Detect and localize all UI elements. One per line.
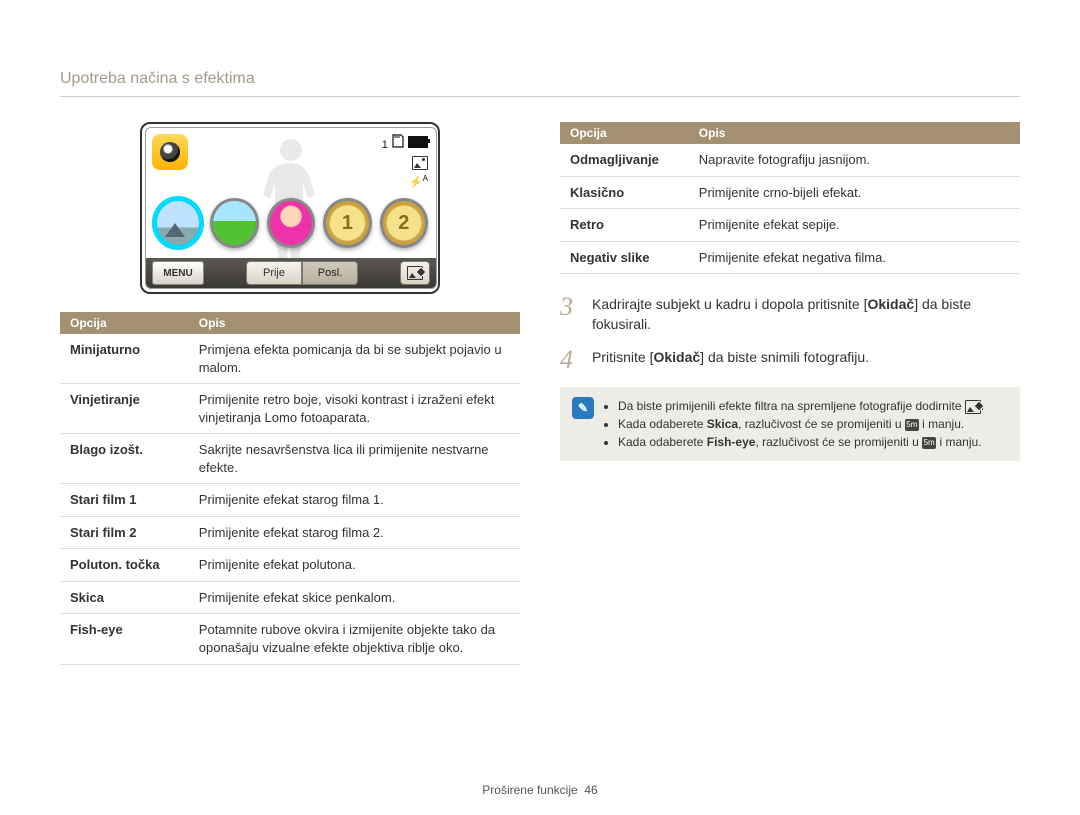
filter-thumb-2	[210, 198, 258, 248]
flash-auto-icon: ⚡A	[409, 173, 428, 191]
prev-button: Prije	[246, 261, 302, 285]
capture-mode-icon	[152, 134, 188, 170]
step-text: Kadrirajte subjekt u kadru i dopola prit…	[592, 294, 1020, 335]
info-icon: ✎	[572, 397, 594, 419]
table-row: KlasičnoPrimijenite crno-bijeli efekat.	[560, 176, 1020, 209]
table-row: Poluton. točkaPrimijenite efekat poluton…	[60, 549, 520, 582]
filter-thumb-4: 1	[323, 198, 371, 248]
table-row: SkicaPrimijenite efekat skice penkalom.	[60, 581, 520, 614]
page-title: Upotreba načina s efektima	[60, 70, 1020, 97]
menu-button: MENU	[152, 261, 204, 285]
step-number: 4	[560, 347, 580, 373]
page-footer: Proširene funkcije 46	[0, 783, 1080, 797]
table-row: OdmagljivanjeNapravite fotografiju jasni…	[560, 144, 1020, 176]
note-line-3: Kada odaberete Fish-eye, razlučivost će …	[618, 433, 984, 451]
size-5m-icon: 5m	[922, 437, 936, 449]
filter-thumb-3	[267, 198, 315, 248]
battery-icon	[408, 136, 428, 148]
edit-image-button	[400, 261, 430, 285]
table-row: Negativ slikePrimijenite efekat negativa…	[560, 241, 1020, 274]
table-row: Fish-eyePotamnite rubove okvira i izmije…	[60, 614, 520, 664]
step-4: 4 Pritisnite [Okidač] da biste snimili f…	[560, 347, 1020, 373]
image-size-icon	[412, 156, 428, 170]
table-row: Stari film 1Primijenite efekat starog fi…	[60, 484, 520, 517]
col-option: Opcija	[560, 122, 689, 144]
memory-card-icon	[391, 134, 405, 148]
table-row: MinijaturnoPrimjena efekta pomicanja da …	[60, 334, 520, 384]
table-row: VinjetiranjePrimijenite retro boje, viso…	[60, 384, 520, 434]
size-5m-icon: 5m	[905, 419, 919, 431]
note-line-2: Kada odaberete Skica, razlučivost će se …	[618, 415, 984, 433]
info-note: ✎ Da biste primijenili efekte filtra na …	[560, 387, 1020, 461]
col-desc: Opis	[689, 122, 1020, 144]
next-button: Posl.	[302, 261, 358, 285]
shots-remaining: 1	[382, 139, 388, 151]
table-row: Blago izošt.Sakrijte nesavršenstva lica …	[60, 434, 520, 484]
camera-lcd-illustration: 1 ⚡A	[140, 122, 440, 294]
table-row: RetroPrimijenite efekat sepije.	[560, 209, 1020, 242]
edit-image-icon	[965, 400, 981, 414]
step-number: 3	[560, 294, 580, 335]
table-row: Stari film 2Primijenite efekat starog fi…	[60, 516, 520, 549]
filter-thumb-5: 2	[380, 198, 428, 248]
note-line-1: Da biste primijenili efekte filtra na sp…	[618, 397, 984, 415]
filter-thumb-1	[154, 198, 202, 248]
filter-options-table-left: Opcija Opis MinijaturnoPrimjena efekta p…	[60, 312, 520, 665]
filter-options-table-right: Opcija Opis OdmagljivanjeNapravite fotog…	[560, 122, 1020, 274]
step-3: 3 Kadrirajte subjekt u kadru i dopola pr…	[560, 294, 1020, 335]
col-option: Opcija	[60, 312, 189, 334]
step-text: Pritisnite [Okidač] da biste snimili fot…	[592, 347, 869, 373]
col-desc: Opis	[189, 312, 520, 334]
